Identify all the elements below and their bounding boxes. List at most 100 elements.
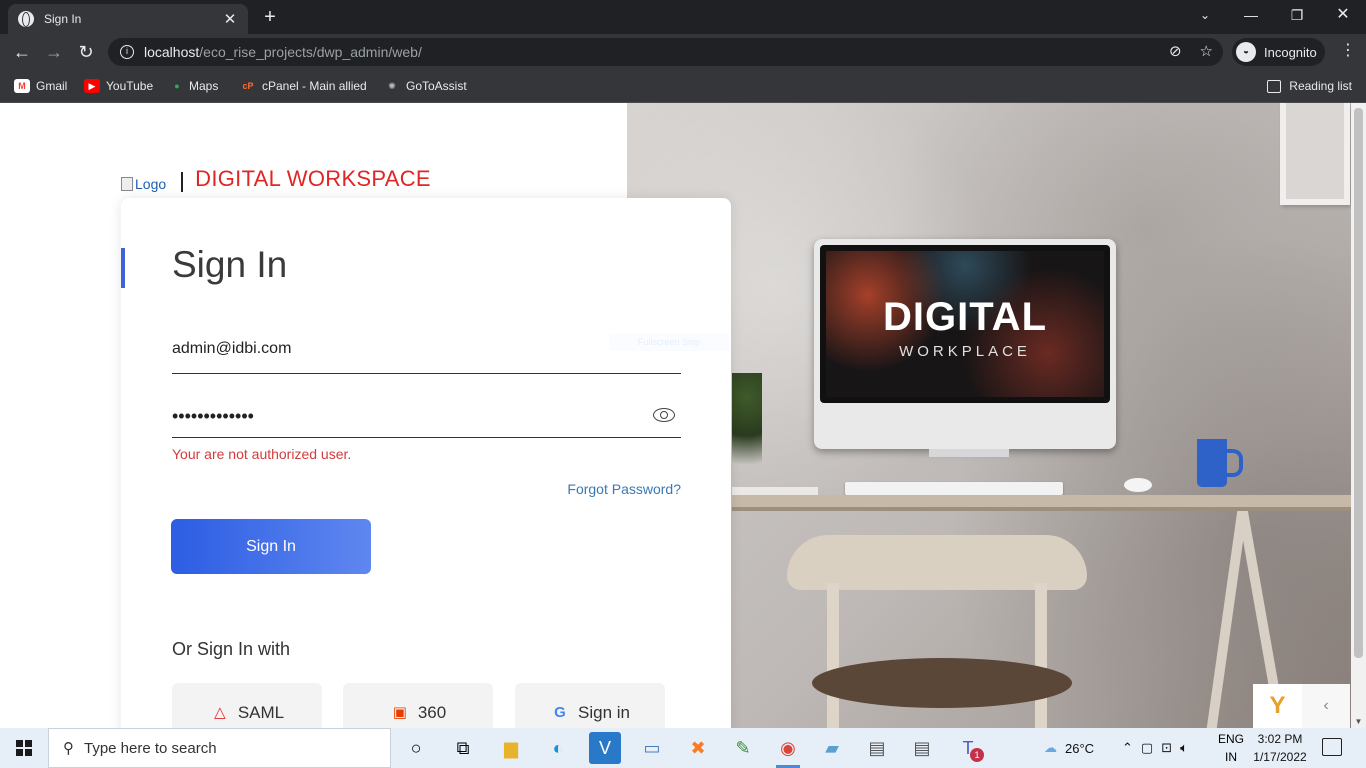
office360-label: 360 (417, 703, 447, 722)
taskbar-search[interactable]: ⚲ Type here to search (48, 728, 391, 768)
scroll-down-arrow-icon[interactable]: ▼ (1351, 717, 1366, 726)
scrollbar-thumb[interactable] (1354, 108, 1363, 658)
debug-toggle-chevron-icon[interactable]: ‹ (1302, 684, 1350, 728)
task-view-icon[interactable]: ⧉ (447, 732, 479, 764)
sign-in-button[interactable]: Sign In (171, 519, 371, 574)
tab-sign-in[interactable]: Sign In ✕ (8, 4, 248, 34)
lang-primary: ENG (1217, 732, 1244, 746)
bookmark-star-icon[interactable]: ☆ (1200, 42, 1213, 60)
new-tab-button[interactable]: + (258, 4, 282, 30)
reading-list-button[interactable]: Reading list (1267, 76, 1352, 96)
tray-chevron-icon[interactable]: ⌃ (1122, 740, 1133, 756)
mouse (1124, 478, 1152, 492)
page-title: Sign In (172, 244, 288, 285)
alt-sign-in-heading: Or Sign In with (172, 639, 291, 659)
youtube-icon: ▶ (84, 79, 100, 93)
saml-sign-in-button[interactable]: △ SAML (172, 683, 322, 728)
close-tab-icon[interactable]: ✕ (222, 10, 238, 28)
forgot-password-link[interactable]: Forgot Password? (567, 481, 681, 497)
teams-icon[interactable]: T1 (952, 732, 984, 764)
show-password-eye-icon[interactable] (653, 408, 675, 422)
app-icon-2[interactable]: ▤ (861, 732, 893, 764)
bookmark-gotoassist[interactable]: ✺ GoToAssist (384, 76, 467, 96)
bookmark-youtube[interactable]: ▶ YouTube (84, 76, 153, 96)
bookmark-cpanel[interactable]: cP cPanel - Main allied (240, 76, 367, 96)
url-path: /eco_rise_projects/dwp_admin/web/ (199, 44, 422, 60)
omnibox-actions: ⊘ ☆ (1169, 42, 1213, 60)
xampp-icon[interactable]: ✖ (682, 732, 714, 764)
logo-image: Logo (121, 176, 166, 192)
bookmark-label: YouTube (106, 79, 154, 93)
volume-icon[interactable]: 🔈︎ (1180, 740, 1188, 756)
notepad-icon[interactable]: ✎ (727, 732, 759, 764)
site-info-icon[interactable]: i (120, 45, 134, 59)
hero-photo: DIGITAL WORKPLACE (627, 103, 1366, 728)
password-field[interactable]: ••••••••••••• (172, 390, 681, 438)
google-icon: G (554, 704, 566, 721)
close-window-button[interactable]: ✕ (1320, 0, 1366, 32)
language-indicator[interactable]: ENG IN (1216, 730, 1246, 766)
page-scrollbar[interactable]: ▼ (1351, 103, 1366, 728)
monitor-stand (929, 449, 1009, 457)
monitor-app-icon[interactable]: ▭ (636, 732, 668, 764)
menu-kebab-icon[interactable]: ⋮ (1338, 40, 1358, 60)
plant (732, 373, 762, 493)
google-sign-in-button[interactable]: G Sign in (515, 683, 665, 728)
reload-button[interactable]: ↻ (74, 40, 98, 64)
app-icon-1[interactable]: ▰ (816, 732, 848, 764)
cortana-icon[interactable]: ○ (400, 732, 432, 764)
bookmarks-bar: M Gmail ▶ YouTube ● Maps cP cPanel - Mai… (0, 70, 1366, 103)
logo-alt-text: Logo (135, 176, 167, 192)
windows-logo-icon (16, 740, 32, 756)
forward-button[interactable]: → (42, 40, 66, 64)
file-explorer-icon[interactable]: ▆ (495, 732, 527, 764)
office360-sign-in-button[interactable]: ▣ 360 (343, 683, 493, 728)
browser-chrome: Sign In ✕ + ⌄ — ❐ ✕ ← → ↻ i localhost /e… (0, 0, 1366, 103)
incognito-badge[interactable]: ◒ Incognito (1232, 38, 1325, 66)
brand-header: Logo DIGITAL WORKSPACE (121, 166, 431, 192)
back-button[interactable]: ← (10, 40, 34, 64)
globe-icon (18, 11, 34, 27)
meet-now-icon[interactable]: ▢ (1141, 740, 1153, 756)
restore-button[interactable]: ❐ (1274, 0, 1320, 32)
brand-title: DIGITAL WORKSPACE (195, 166, 431, 191)
edge-icon[interactable]: ◐ (542, 732, 574, 764)
bookmark-maps[interactable]: ● Maps (171, 76, 218, 96)
third-party-cookies-blocked-icon[interactable]: ⊘ (1169, 42, 1182, 60)
start-button[interactable] (0, 728, 48, 768)
google-label: Sign in (578, 703, 630, 722)
maps-pin-icon: ● (174, 81, 180, 91)
tab-search-button[interactable]: ⌄ (1182, 0, 1228, 32)
desk (732, 495, 1366, 511)
bookmark-gmail[interactable]: M Gmail (14, 76, 67, 96)
gmail-icon: M (14, 79, 30, 93)
bookmark-label: GoToAssist (406, 79, 467, 93)
clock[interactable]: 3:02 PM 1/17/2022 (1250, 730, 1310, 766)
gotoassist-icon: ✺ (388, 81, 396, 91)
chair-back (787, 535, 1087, 590)
system-tray: ⌃ ▢ ⊡ 🔈︎ (1122, 728, 1188, 768)
vscode-icon[interactable]: V (589, 732, 621, 764)
login-card: Sign In admin@idbi.com ••••••••••••• You… (121, 198, 731, 728)
network-icon[interactable]: ⊡ (1161, 740, 1172, 756)
cpanel-icon: cP (242, 81, 254, 91)
minimize-button[interactable]: — (1228, 0, 1274, 32)
bookmark-label: cPanel - Main allied (262, 79, 367, 93)
brand-separator (181, 172, 184, 192)
saml-label: SAML (237, 703, 285, 722)
notifications-icon[interactable] (1322, 738, 1342, 756)
blue-mug (1197, 439, 1243, 487)
chrome-icon[interactable]: ◉ (772, 732, 804, 768)
app-icon-3[interactable]: ▤ (906, 732, 938, 764)
tab-strip: Sign In ✕ + ⌄ — ❐ ✕ (0, 0, 1366, 34)
lang-region: IN (1225, 750, 1237, 764)
hero-word-workplace: WORKPLACE (899, 343, 1031, 360)
weather-widget[interactable]: ☁ 26°C (1044, 728, 1094, 768)
address-bar[interactable]: i localhost /eco_rise_projects/dwp_admin… (108, 38, 1223, 66)
clock-time: 3:02 PM (1257, 732, 1303, 746)
yii-debug-logo-icon[interactable]: Y (1253, 684, 1302, 728)
incognito-label: Incognito (1264, 44, 1317, 60)
email-field[interactable]: admin@idbi.com (172, 326, 681, 374)
search-icon: ⚲ (63, 740, 74, 757)
keyboard (845, 482, 1063, 495)
